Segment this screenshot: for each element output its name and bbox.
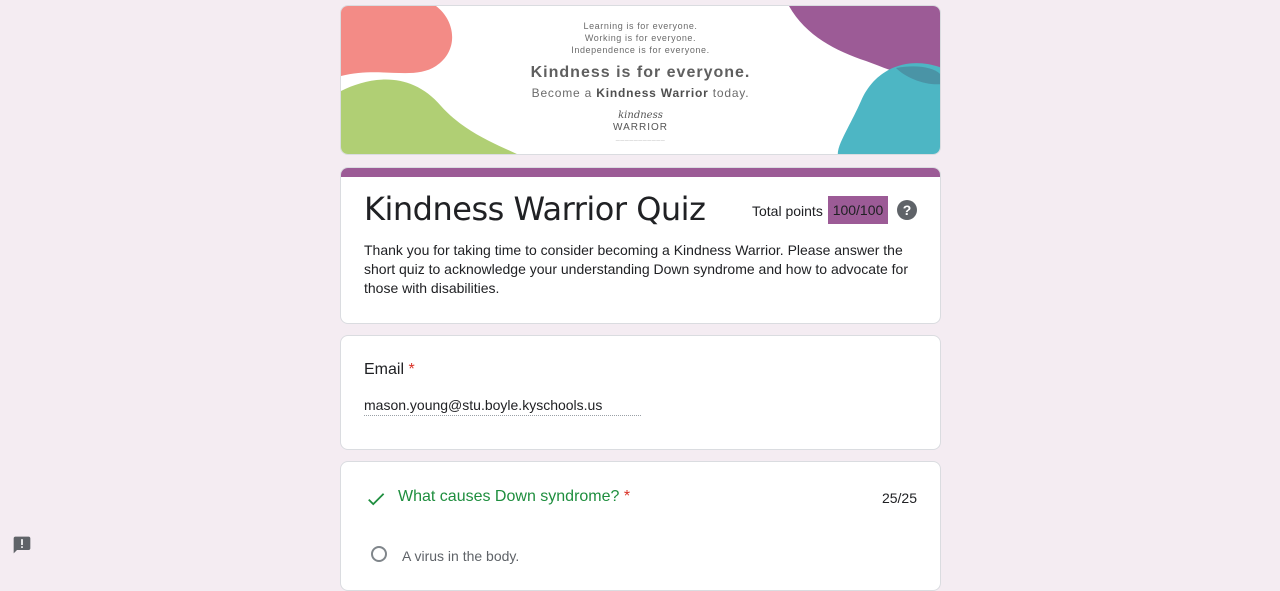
email-card: Email * mason.young@stu.boyle.kyschools.… (340, 335, 941, 450)
email-field: mason.young@stu.boyle.kyschools.us (364, 397, 641, 416)
banner-line-1: Learning is for everyone. (583, 21, 698, 31)
total-points-badge: 100/100 (828, 196, 888, 224)
total-points-label: Total points (752, 203, 823, 219)
banner-sub-bold: Kindness Warrior (596, 86, 709, 100)
banner-text: Learning is for everyone. Working is for… (341, 20, 940, 146)
question-title: What causes Down syndrome? * (398, 488, 630, 506)
required-asterisk: * (408, 361, 415, 378)
accent-bar (341, 168, 940, 177)
question-title-text: What causes Down syndrome? (398, 488, 620, 505)
question-card-1: What causes Down syndrome? * 25/25 A vir… (340, 461, 941, 591)
banner-headline: Kindness is for everyone. (530, 64, 751, 81)
kindness-warrior-logo: kindness WARRIOR ——————————— (341, 110, 940, 146)
report-problem-icon[interactable] (12, 535, 32, 555)
form-description: Thank you for taking time to consider be… (364, 242, 908, 296)
logo-word: WARRIOR (613, 122, 668, 133)
banner-line-3: Independence is for everyone. (571, 45, 710, 55)
banner-subline: Become a Kindness Warrior today. (341, 84, 940, 102)
header-banner-image: Learning is for everyone. Working is for… (340, 5, 941, 155)
form-header-card: Kindness Warrior Quiz Total points 100/1… (340, 167, 941, 324)
radio-button[interactable] (371, 546, 387, 562)
required-asterisk: * (623, 488, 631, 505)
question-score: 25/25 (881, 490, 917, 506)
email-label: Email * (364, 361, 415, 379)
check-icon (368, 493, 385, 506)
help-circle-icon[interactable]: ? (897, 200, 917, 220)
logo-tagline: ——————————— (615, 137, 666, 142)
banner-line-2: Working is for everyone. (584, 33, 697, 43)
banner-sub-prefix: Become a (531, 86, 597, 100)
logo-script: kindness (618, 110, 663, 121)
email-label-text: Email (364, 361, 405, 378)
banner-sub-suffix: today. (708, 86, 750, 100)
form-title: Kindness Warrior Quiz (364, 190, 706, 228)
answer-option-label: A virus in the body. (402, 548, 520, 564)
